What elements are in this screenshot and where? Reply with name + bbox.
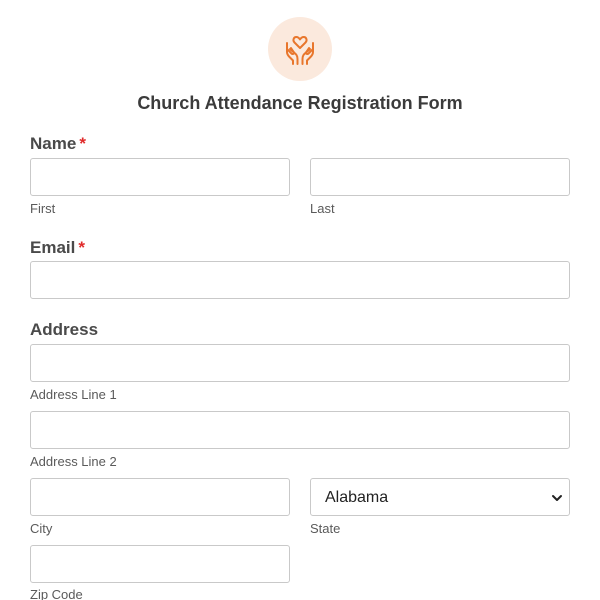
address-line2-sublabel: Address Line 2 (30, 454, 117, 469)
zip-code-input[interactable] (30, 545, 290, 583)
email-label-text: Email (30, 238, 76, 257)
address-line2-input[interactable] (30, 411, 570, 449)
state-select[interactable]: Alabama (310, 478, 570, 516)
email-label: Email * (30, 237, 85, 259)
state-sublabel: State (310, 521, 341, 536)
address-label: Address (30, 320, 99, 339)
zip-code-sublabel: Zip Code (30, 587, 83, 600)
chevron-down-icon (552, 495, 562, 501)
address-line1-input[interactable] (30, 344, 570, 382)
heart-in-hands-icon (286, 36, 314, 65)
last-name-input[interactable] (310, 158, 570, 196)
name-label-text: Name (30, 134, 77, 153)
last-name-sublabel: Last (310, 201, 335, 216)
city-sublabel: City (30, 521, 53, 536)
state-select-value: Alabama (325, 489, 389, 506)
city-input[interactable] (30, 478, 290, 516)
first-name-input[interactable] (30, 158, 290, 196)
name-label: Name * (30, 133, 86, 155)
email-input[interactable] (30, 261, 570, 299)
form-page: Church Attendance Registration Form Name… (0, 0, 600, 600)
form-logo (268, 17, 332, 81)
name-required-mark: * (79, 134, 86, 153)
address-line1-sublabel: Address Line 1 (30, 387, 117, 402)
form-title: Church Attendance Registration Form (137, 93, 463, 113)
first-name-sublabel: First (30, 201, 56, 216)
email-required-mark: * (78, 238, 85, 257)
